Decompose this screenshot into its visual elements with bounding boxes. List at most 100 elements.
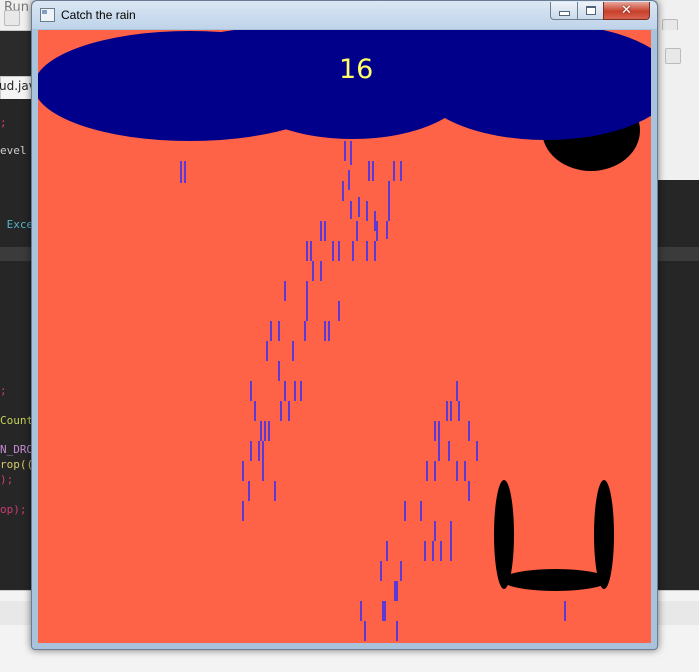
raindrop (342, 181, 344, 201)
raindrop (258, 441, 260, 461)
ide-code-line: Exce (0, 218, 34, 231)
ide-perspective-icon[interactable] (665, 48, 681, 64)
raindrop (450, 521, 452, 541)
raindrop (348, 170, 350, 190)
game-window: Catch the rain ✕ 16 (31, 0, 658, 650)
raindrop (426, 461, 428, 481)
raindrop (338, 241, 340, 261)
close-icon: ✕ (621, 3, 632, 18)
raindrop (242, 461, 244, 481)
raindrop (374, 241, 376, 261)
raindrop (372, 161, 374, 181)
raindrop (358, 197, 360, 217)
raindrop (310, 241, 312, 261)
raindrop (424, 541, 426, 561)
ide-code-line: N_DRO (0, 443, 34, 456)
ide-right-current-line (656, 247, 699, 261)
raindrop (404, 501, 406, 521)
raindrop (380, 561, 382, 581)
ide-right-editor (656, 180, 699, 590)
score-counter: 16 (339, 54, 374, 85)
raindrop (350, 141, 352, 165)
minimize-icon (558, 11, 570, 16)
app-icon (40, 8, 55, 22)
raindrop (180, 161, 182, 183)
raindrop (344, 141, 346, 161)
raindrop (324, 221, 326, 241)
raindrop (458, 401, 460, 421)
bucket-bottom (502, 569, 609, 591)
ide-code-line: rop(( (0, 458, 34, 471)
raindrop (320, 261, 322, 281)
raindrop (262, 441, 264, 461)
raindrop (438, 441, 440, 461)
raindrop (448, 441, 450, 461)
ide-code-line: Count (0, 414, 34, 427)
raindrop (278, 361, 280, 381)
close-button[interactable]: ✕ (603, 2, 650, 20)
title-bar[interactable]: Catch the rain ✕ (32, 1, 657, 29)
ide-code-line: ; (0, 384, 7, 397)
raindrop (434, 461, 436, 481)
raindrop (464, 461, 466, 481)
raindrop (366, 241, 368, 261)
raindrop (292, 341, 294, 361)
game-canvas[interactable]: 16 (38, 30, 651, 643)
ide-toolbar-icon[interactable] (4, 10, 20, 26)
raindrop (338, 301, 340, 321)
raindrop (400, 561, 402, 581)
raindrop (440, 541, 442, 561)
window-title: Catch the rain (61, 8, 136, 22)
raindrop (284, 281, 286, 301)
raindrop (352, 241, 354, 261)
raindrop (332, 241, 334, 261)
raindrop (432, 541, 434, 561)
ide-current-line (0, 247, 34, 261)
raindrop (364, 621, 366, 641)
raindrop (304, 321, 306, 341)
raindrop (284, 381, 286, 401)
raindrop (396, 581, 398, 601)
raindrop (324, 321, 326, 341)
raindrop (456, 381, 458, 401)
raindrop (306, 241, 308, 261)
raindrop (320, 221, 322, 241)
raindrop (260, 421, 262, 441)
raindrop (248, 481, 250, 501)
raindrop (328, 321, 330, 341)
maximize-icon (585, 6, 596, 15)
raindrop (438, 421, 440, 441)
raindrop (393, 161, 395, 181)
minimize-button[interactable] (550, 2, 578, 20)
raindrop (278, 321, 280, 341)
raindrop (312, 261, 314, 281)
ide-code-line: evel (0, 144, 27, 157)
raindrop (434, 421, 436, 441)
raindrop (242, 501, 244, 521)
raindrop (250, 441, 252, 461)
raindrop (366, 201, 368, 221)
raindrop (456, 461, 458, 481)
ide-code-line: ); (0, 473, 14, 486)
raindrop (476, 441, 478, 461)
raindrop (450, 541, 452, 561)
ide-code-line: op); (0, 503, 27, 516)
raindrop (450, 401, 452, 421)
raindrop (468, 481, 470, 501)
raindrop (420, 501, 422, 521)
maximize-button[interactable] (577, 2, 604, 20)
raindrop (306, 301, 308, 321)
ide-code-line: ; (0, 116, 7, 129)
raindrop (280, 401, 282, 421)
raindrop (288, 401, 290, 421)
raindrop (396, 621, 398, 641)
raindrop (400, 161, 402, 181)
raindrop (268, 421, 270, 441)
raindrop (274, 481, 276, 501)
raindrop (266, 341, 268, 361)
raindrop (376, 221, 378, 241)
raindrop (386, 221, 388, 239)
raindrop (564, 601, 566, 621)
raindrop (306, 281, 308, 301)
raindrop (356, 221, 358, 241)
